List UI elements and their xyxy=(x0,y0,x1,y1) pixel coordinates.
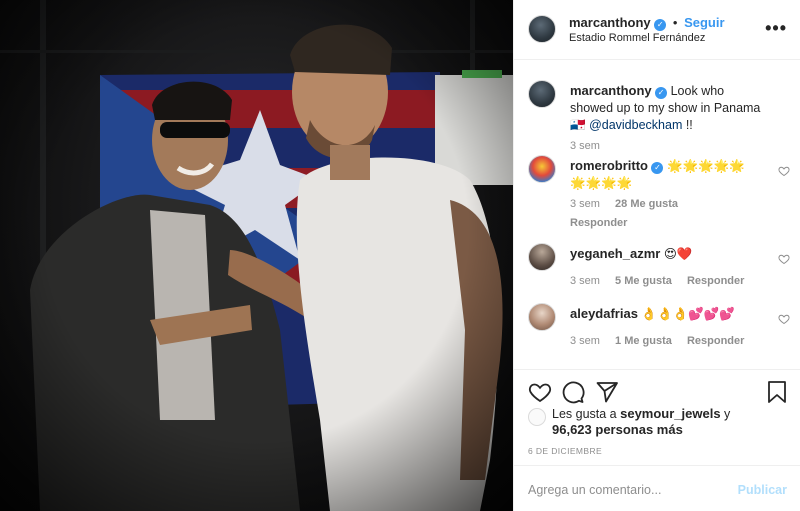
paper-plane-icon[interactable] xyxy=(595,380,619,404)
comment-text: 😍❤️ xyxy=(663,247,693,261)
comment-body: aleydafrias 👌👌👌💕💕💕 3 sem 1 Me gusta Resp… xyxy=(570,305,750,350)
caption-body: marcanthony ✓ Look who showed up to my s… xyxy=(570,82,770,155)
author-avatar[interactable] xyxy=(528,15,556,43)
caption-meta: 3 sem xyxy=(570,138,770,155)
comment-username[interactable]: yeganeh_azmr xyxy=(570,246,660,261)
heart-outline-icon[interactable] xyxy=(778,165,790,177)
comment-meta: 3 sem 5 Me gusta Responder xyxy=(570,273,750,290)
caption: marcanthony ✓ Look who showed up to my s… xyxy=(528,80,790,152)
reply-button[interactable]: Responder xyxy=(570,217,627,229)
comment-body: yeganeh_azmr 😍❤️ 3 sem 5 Me gusta Respon… xyxy=(570,245,750,290)
heart-outline-icon[interactable] xyxy=(778,253,790,265)
comment-avatar[interactable] xyxy=(528,243,556,271)
comment-item: yeganeh_azmr 😍❤️ 3 sem 5 Me gusta Respon… xyxy=(528,243,790,298)
likes-middle: y xyxy=(720,407,731,421)
comment-username[interactable]: aleydafrias xyxy=(570,306,638,321)
comment-meta: 3 sem 1 Me gusta Responder xyxy=(570,333,750,350)
comment-item: romerobritto ✓ 🌟🌟🌟🌟🌟🌟🌟🌟🌟 3 sem 28 Me gus… xyxy=(528,155,790,230)
comment-body: romerobritto ✓ 🌟🌟🌟🌟🌟🌟🌟🌟🌟 3 sem 28 Me gus… xyxy=(570,157,750,232)
location-link[interactable]: Estadio Rommel Fernández xyxy=(569,32,705,44)
reply-button[interactable]: Responder xyxy=(687,275,744,287)
comment-time[interactable]: 3 sem xyxy=(570,335,600,347)
verified-badge-icon: ✓ xyxy=(651,162,664,174)
comment-avatar[interactable] xyxy=(528,303,556,331)
comment-avatar[interactable] xyxy=(528,155,556,183)
comment-username[interactable]: romerobritto xyxy=(570,158,648,173)
author-line: marcanthony ✓ • Seguir xyxy=(569,15,725,31)
photo-illustration xyxy=(0,0,513,511)
reply-button[interactable]: Responder xyxy=(687,335,744,347)
post-header: marcanthony ✓ • Seguir Estadio Rommel Fe… xyxy=(514,0,800,60)
separator-dot: • xyxy=(672,15,678,30)
likes-prefix: Les gusta a xyxy=(552,407,621,421)
comment-icon[interactable] xyxy=(561,380,585,404)
heart-outline-icon[interactable] xyxy=(778,313,790,325)
post-comment-button[interactable]: Publicar xyxy=(738,483,787,497)
comment-text: 👌👌👌💕💕💕 xyxy=(641,307,735,321)
verified-badge-icon: ✓ xyxy=(655,87,668,99)
comment-item: aleydafrias 👌👌👌💕💕💕 3 sem 1 Me gusta Resp… xyxy=(528,303,790,358)
comment-input[interactable]: Agrega un comentario... xyxy=(528,483,661,497)
bookmark-icon[interactable] xyxy=(767,380,787,404)
add-comment-bar: Agrega un comentario... Publicar xyxy=(514,465,800,511)
comment-likes[interactable]: 5 Me gusta xyxy=(615,275,672,287)
comment-likes[interactable]: 1 Me gusta xyxy=(615,335,672,347)
liker-username[interactable]: seymour_jewels xyxy=(620,406,720,421)
panama-flag-emoji: 🇵🇦 xyxy=(570,118,586,132)
caption-suffix: !! xyxy=(682,118,693,132)
comment-meta: 3 sem 28 Me gusta xyxy=(570,196,750,213)
comments-list[interactable]: marcanthony ✓ Look who showed up to my s… xyxy=(514,60,800,369)
mention-link[interactable]: @davidbeckham xyxy=(589,118,682,132)
heart-outline-icon[interactable] xyxy=(528,380,552,404)
more-options-icon[interactable]: ••• xyxy=(765,18,787,39)
caption-username[interactable]: marcanthony xyxy=(570,83,652,98)
author-username[interactable]: marcanthony xyxy=(569,15,651,30)
post-side-panel: marcanthony ✓ • Seguir Estadio Rommel Fe… xyxy=(513,0,800,511)
likes-count[interactable]: 96,623 personas más xyxy=(552,422,683,437)
verified-badge-icon: ✓ xyxy=(654,19,667,31)
follow-button[interactable]: Seguir xyxy=(684,15,724,30)
comment-time[interactable]: 3 sem xyxy=(570,198,600,210)
caption-time[interactable]: 3 sem xyxy=(570,140,600,152)
comment-reply-row: Responder xyxy=(570,215,750,232)
post-actions: Les gusta a seymour_jewels y 96,623 pers… xyxy=(514,369,800,511)
comment-likes[interactable]: 28 Me gusta xyxy=(615,198,678,210)
liker-avatar[interactable] xyxy=(528,408,546,426)
likes-summary: Les gusta a seymour_jewels y 96,623 pers… xyxy=(528,406,790,438)
post-photo[interactable] xyxy=(0,0,513,511)
post-date[interactable]: 6 DE DICIEMBRE xyxy=(528,446,602,456)
comment-time[interactable]: 3 sem xyxy=(570,275,600,287)
likes-text: Les gusta a seymour_jewels y 96,623 pers… xyxy=(528,406,790,438)
caption-avatar[interactable] xyxy=(528,80,556,108)
